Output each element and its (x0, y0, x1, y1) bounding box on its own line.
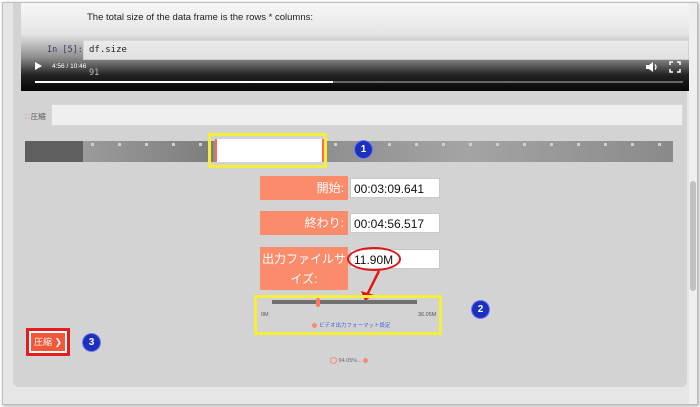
video-progress-fill (35, 81, 334, 83)
compress-button-inner[interactable]: 圧縮 ❯ (31, 333, 65, 351)
compression-progress: 94.05%... (330, 357, 369, 364)
thumbnail-frame (327, 141, 673, 162)
required-mark-icon: ∷ (25, 112, 30, 121)
start-label: 開始: (260, 176, 348, 200)
video-progress-bar[interactable] (35, 81, 683, 83)
size-slider-handle[interactable] (316, 298, 320, 307)
timeline-tick (415, 143, 418, 146)
output-format-settings-link[interactable]: ビデオ出力フォーマット設定 (312, 321, 391, 329)
timeline-tick (469, 143, 472, 146)
timeline-tick (631, 143, 634, 146)
notebook-output: 91 (89, 68, 100, 78)
thumbnail-frame (25, 141, 83, 162)
timeline-tick (658, 143, 661, 146)
size-slider-track[interactable] (272, 300, 417, 304)
step-badge-2: 2 (472, 301, 489, 318)
notebook-text: The total size of the data frame is the … (87, 12, 313, 23)
timeline-tick (442, 143, 445, 146)
step-badge-1: 1 (355, 141, 372, 158)
size-max-label: 36.05M (418, 312, 437, 318)
thumbnail-frame (83, 141, 213, 162)
selected-range-thumbnail (215, 139, 324, 162)
timeline-tick (334, 143, 337, 146)
chevron-right-icon: ❯ (54, 337, 63, 347)
selected-range-highlight[interactable] (208, 133, 327, 168)
notebook-prompt: In [5]: (47, 45, 83, 55)
scrollbar-thumb[interactable] (690, 181, 696, 291)
notebook-code: df.size (89, 45, 127, 55)
timeline-tick (145, 143, 148, 146)
vertical-scrollbar[interactable] (689, 3, 697, 404)
file-name-input[interactable] (51, 104, 683, 126)
timeline-tick (550, 143, 553, 146)
timeline-tick (91, 143, 94, 146)
fullscreen-icon[interactable] (669, 61, 681, 73)
timeline-tick (577, 143, 580, 146)
timeline-tick (523, 143, 526, 146)
circle-icon (330, 357, 337, 364)
timeline-tick (118, 143, 121, 146)
timeline-tick (388, 143, 391, 146)
dot-icon (363, 358, 369, 363)
volume-icon[interactable] (645, 61, 659, 73)
timeline-tick (496, 143, 499, 146)
end-label: 終わり: (260, 211, 348, 235)
timeline-tick (172, 143, 175, 146)
start-time-input[interactable]: 00:03:09.641 (350, 178, 440, 198)
output-size-label: 出力ファイルサイズ: (260, 247, 348, 290)
settings-dot-icon (312, 323, 317, 329)
screenshot-frame: The total size of the data frame is the … (2, 2, 698, 405)
timeline-tick (604, 143, 607, 146)
annotation-circle (347, 247, 401, 271)
name-label: ∷圧縮 (25, 112, 46, 121)
compress-button[interactable]: 圧縮 ❯ (26, 328, 70, 356)
step-badge-3: 3 (83, 334, 100, 351)
play-icon[interactable] (35, 62, 42, 70)
timeline-tick (199, 143, 202, 146)
timeline-strip[interactable] (25, 141, 673, 162)
video-time: 4:56 / 10:46 (52, 63, 87, 70)
end-time-input[interactable]: 00:04:56.517 (350, 213, 440, 233)
video-player[interactable]: The total size of the data frame is the … (21, 3, 693, 91)
notebook-code-cell (83, 40, 689, 60)
size-min-label: 0M (261, 312, 269, 318)
